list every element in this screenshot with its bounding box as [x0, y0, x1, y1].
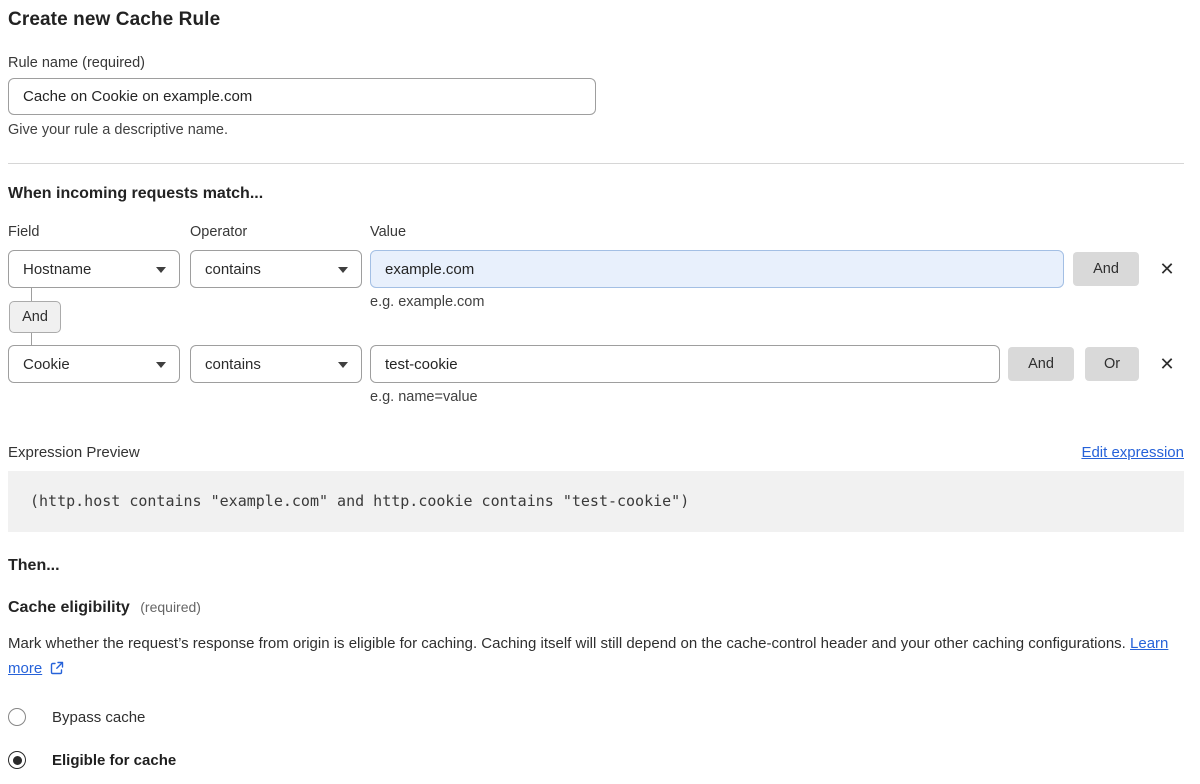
rule-name-input[interactable]: [8, 78, 596, 115]
connector-line-bottom: [31, 333, 32, 345]
condition-row-2: Cookie contains And Or ✕: [8, 345, 1184, 383]
field-select-1-value: Hostname: [23, 261, 91, 278]
operator-select-2-value: contains: [205, 356, 261, 373]
radio-unselected-icon[interactable]: [8, 708, 26, 726]
radio-label-bypass: Bypass cache: [52, 709, 145, 726]
chevron-down-icon: [156, 267, 166, 273]
operator-select-1[interactable]: contains: [190, 250, 362, 288]
field-select-1[interactable]: Hostname: [8, 250, 180, 288]
field-select-2-value: Cookie: [23, 356, 70, 373]
condition-row-1: Hostname contains And ✕: [8, 250, 1184, 288]
expression-preview-code-block: (http.host contains "example.com" and ht…: [8, 471, 1184, 532]
required-badge: (required): [140, 599, 201, 615]
radio-label-eligible: Eligible for cache: [52, 752, 176, 769]
radio-option-eligible-for-cache[interactable]: Eligible for cache: [8, 750, 1184, 770]
section-divider: [8, 163, 1184, 164]
description-text: Mark whether the request’s response from…: [8, 635, 1126, 652]
create-cache-rule-page: Create new Cache Rule Rule name (require…: [0, 0, 1200, 770]
operator-select-2[interactable]: contains: [190, 345, 362, 383]
remove-condition-icon[interactable]: ✕: [1155, 257, 1179, 281]
page-title: Create new Cache Rule: [8, 9, 1184, 31]
field-column-label: Field: [8, 224, 180, 240]
cache-eligibility-title: Cache eligibility: [8, 599, 130, 616]
connector-line-top: [31, 288, 32, 301]
cache-eligibility-description: Mark whether the request’s response from…: [8, 631, 1173, 683]
expression-code: (http.host contains "example.com" and ht…: [30, 492, 689, 510]
rule-name-helper: Give your rule a descriptive name.: [8, 122, 1184, 138]
then-heading: Then...: [8, 557, 1184, 575]
add-and-condition-button-1[interactable]: And: [1073, 252, 1139, 286]
chevron-down-icon: [156, 362, 166, 368]
value-input-1[interactable]: [370, 250, 1064, 288]
chevron-down-icon: [338, 267, 348, 273]
field-select-2[interactable]: Cookie: [8, 345, 180, 383]
rule-name-label: Rule name (required): [8, 55, 1184, 71]
match-heading: When incoming requests match...: [8, 185, 1184, 203]
external-link-icon: [50, 658, 64, 683]
expression-preview-label: Expression Preview: [8, 444, 140, 461]
add-and-condition-button-2[interactable]: And: [1008, 347, 1074, 381]
connector-zone: e.g. example.com And: [8, 288, 1184, 345]
operator-column-label: Operator: [190, 224, 362, 240]
expression-preview-header: Expression Preview Edit expression: [8, 444, 1184, 461]
edit-expression-link[interactable]: Edit expression: [1081, 444, 1184, 461]
chevron-down-icon: [338, 362, 348, 368]
and-connector-button[interactable]: And: [9, 301, 61, 333]
value-helper-2: e.g. name=value: [370, 389, 1184, 405]
radio-selected-icon[interactable]: [8, 751, 26, 769]
value-helper-1: e.g. example.com: [370, 294, 484, 310]
operator-select-1-value: contains: [205, 261, 261, 278]
cache-eligibility-options: Bypass cache Eligible for cache: [8, 707, 1184, 770]
add-or-condition-button-2[interactable]: Or: [1085, 347, 1139, 381]
remove-condition-icon[interactable]: ✕: [1155, 352, 1179, 376]
condition-column-labels: Field Operator Value: [8, 224, 1184, 240]
value-input-2[interactable]: [370, 345, 1000, 383]
value-column-label: Value: [370, 224, 406, 240]
cache-eligibility-heading: Cache eligibility (required): [8, 599, 1184, 617]
radio-option-bypass-cache[interactable]: Bypass cache: [8, 707, 1184, 727]
